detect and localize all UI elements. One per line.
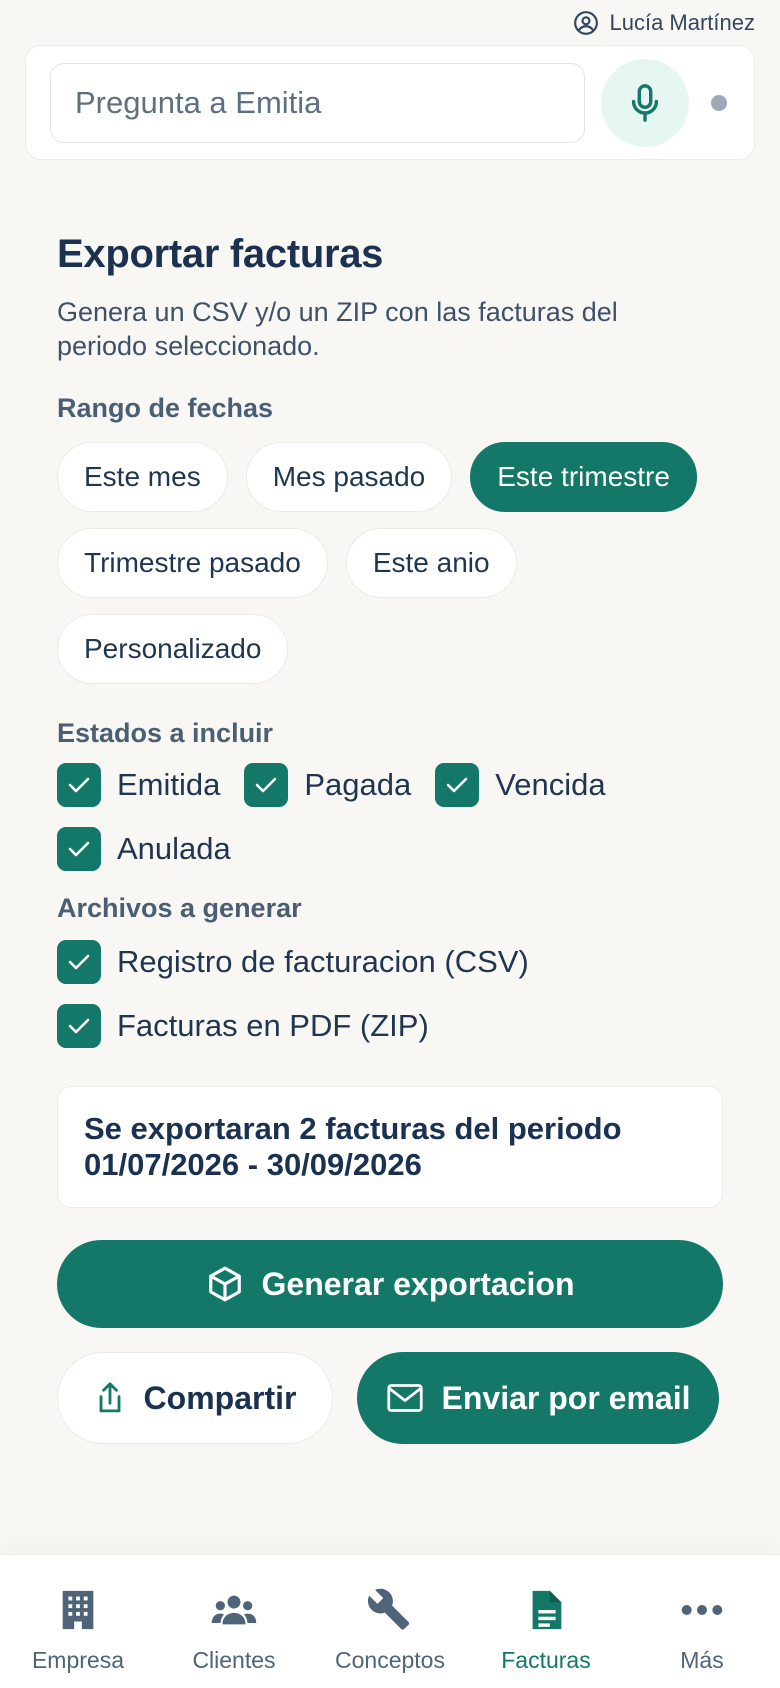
checkbox-box[interactable] (244, 763, 289, 807)
share-icon (99, 1382, 120, 1413)
check-icon (68, 841, 90, 857)
nav-label: Más (680, 1647, 724, 1673)
checkbox-pagada[interactable]: Pagada (244, 753, 411, 817)
users-icon (211, 1595, 257, 1625)
files-checkboxes: Registro de facturacion (CSV) Facturas e… (57, 930, 737, 1058)
checkbox-label: Facturas en PDF (ZIP) (117, 1008, 429, 1043)
page-title: Exportar facturas (57, 232, 384, 276)
chip-este-mes[interactable]: Este mes (57, 442, 228, 512)
states-checkboxes: Emitida Pagada Vencida Anulada (57, 753, 737, 881)
check-icon (256, 777, 277, 793)
checkbox-csv[interactable]: Registro de facturacion (CSV) (57, 930, 713, 994)
ask-bar (25, 45, 755, 160)
chip-personalizado[interactable]: Personalizado (57, 614, 289, 684)
chip-este-anio[interactable]: Este anio (345, 528, 517, 598)
checkbox-box[interactable] (57, 940, 101, 984)
chip-este-trimestre[interactable]: Este trimestre (470, 442, 697, 512)
states-label: Estados a incluir (57, 718, 274, 748)
nav-item-conceptos[interactable]: Conceptos (312, 1555, 468, 1688)
send-email-button[interactable]: Enviar por email (357, 1352, 719, 1444)
check-icon (68, 777, 90, 793)
chip-mes-pasado[interactable]: Mes pasado (245, 442, 453, 512)
mail-icon (386, 1384, 423, 1412)
nav-label: Clientes (192, 1647, 276, 1673)
ask-input[interactable] (50, 62, 585, 143)
check-icon (68, 1018, 90, 1034)
generate-export-label: Generar exportacion (261, 1265, 575, 1302)
export-panel: Exportar facturas Genera un CSV y/o un Z… (57, 232, 727, 1444)
checkbox-anulada[interactable]: Anulada (57, 817, 713, 881)
microphone-icon (631, 83, 659, 122)
checkbox-label: Emitida (117, 767, 221, 802)
status-dot (711, 94, 727, 111)
nav-item-mas[interactable]: Más (624, 1555, 780, 1688)
files-label: Archivos a generar (57, 893, 302, 923)
check-icon (68, 954, 90, 970)
user-name: Lucía Martínez (609, 10, 755, 35)
package-icon (208, 1266, 241, 1302)
bottom-nav: Empresa Clientes Conceptos Facturas Más (0, 1554, 780, 1688)
checkbox-box[interactable] (57, 827, 101, 871)
export-invoices-screen: Lucía Martínez Exportar facturas Genera … (0, 0, 780, 1688)
send-email-label: Enviar por email (441, 1379, 691, 1416)
checkbox-box[interactable] (57, 1004, 101, 1048)
nav-label: Conceptos (335, 1647, 445, 1673)
nav-item-empresa[interactable]: Empresa (0, 1555, 156, 1688)
nav-item-facturas[interactable]: Facturas (468, 1555, 624, 1688)
more-dots-icon (681, 1605, 723, 1615)
building-icon (62, 1590, 94, 1630)
checkbox-vencida[interactable]: Vencida (435, 753, 606, 817)
generate-export-button[interactable]: Generar exportacion (57, 1240, 723, 1328)
page-subtitle: Genera un CSV y/o un ZIP con las factura… (57, 297, 618, 361)
secondary-actions: Compartir Enviar por email (57, 1352, 727, 1444)
nav-item-clientes[interactable]: Clientes (156, 1555, 312, 1688)
document-icon (532, 1590, 562, 1630)
user-menu[interactable]: Lucía Martínez (573, 10, 755, 36)
nav-label: Facturas (501, 1647, 591, 1673)
checkbox-box[interactable] (435, 763, 480, 807)
checkbox-label: Anulada (117, 831, 231, 866)
share-label: Compartir (143, 1379, 297, 1416)
microphone-button[interactable] (601, 58, 689, 147)
check-icon (446, 777, 468, 793)
checkbox-emitida[interactable]: Emitida (57, 753, 220, 817)
export-summary: Se exportaran 2 facturas del periodo 01/… (57, 1086, 723, 1208)
share-button[interactable]: Compartir (57, 1352, 333, 1444)
nav-label: Empresa (31, 1647, 125, 1673)
checkbox-zip[interactable]: Facturas en PDF (ZIP) (57, 994, 713, 1058)
user-circle-icon (574, 11, 599, 35)
date-range-chips: Este mes Mes pasado Este trimestre Trime… (57, 442, 737, 684)
chip-trimestre-pasado[interactable]: Trimestre pasado (57, 528, 328, 598)
checkbox-label: Vencida (495, 767, 606, 802)
wrench-icon (367, 1588, 410, 1630)
checkbox-label: Pagada (304, 767, 412, 802)
checkbox-box[interactable] (57, 763, 101, 807)
date-range-label: Rango de fechas (57, 393, 274, 423)
checkbox-label: Registro de facturacion (CSV) (117, 944, 529, 979)
